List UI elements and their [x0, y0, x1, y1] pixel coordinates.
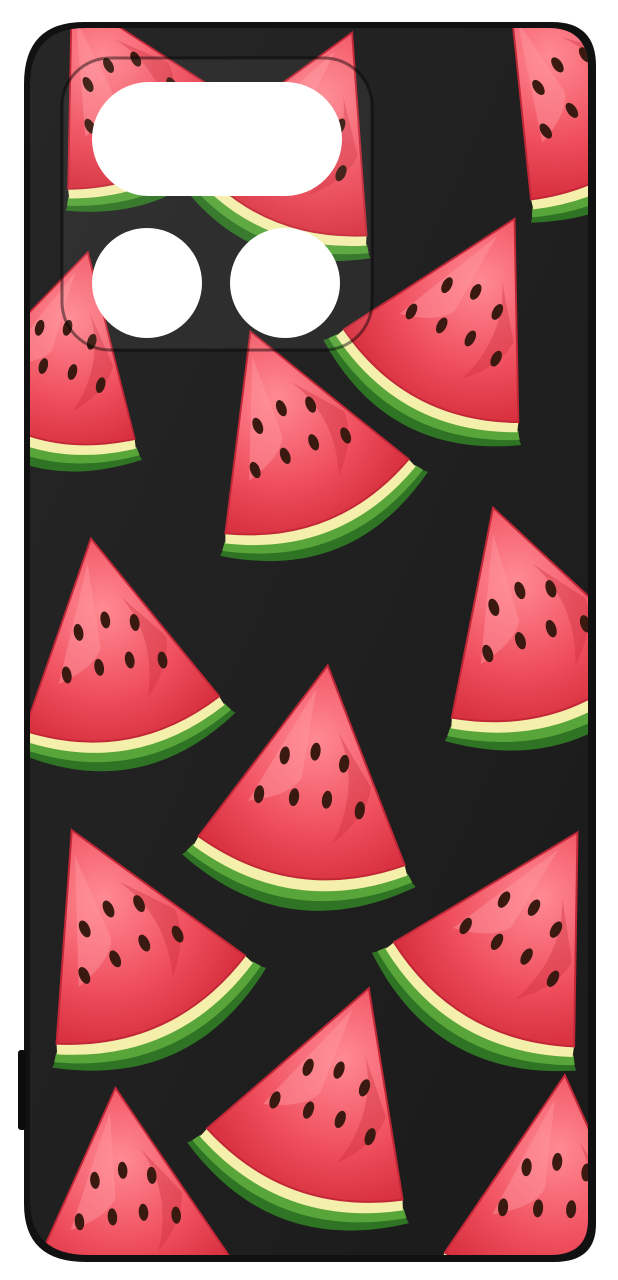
- lens-left-cutout: [92, 228, 202, 338]
- phone-case: [18, 22, 596, 1262]
- lens-right-cutout: [230, 228, 340, 338]
- flash-pill-cutout: [92, 82, 342, 196]
- side-button: [18, 1050, 26, 1130]
